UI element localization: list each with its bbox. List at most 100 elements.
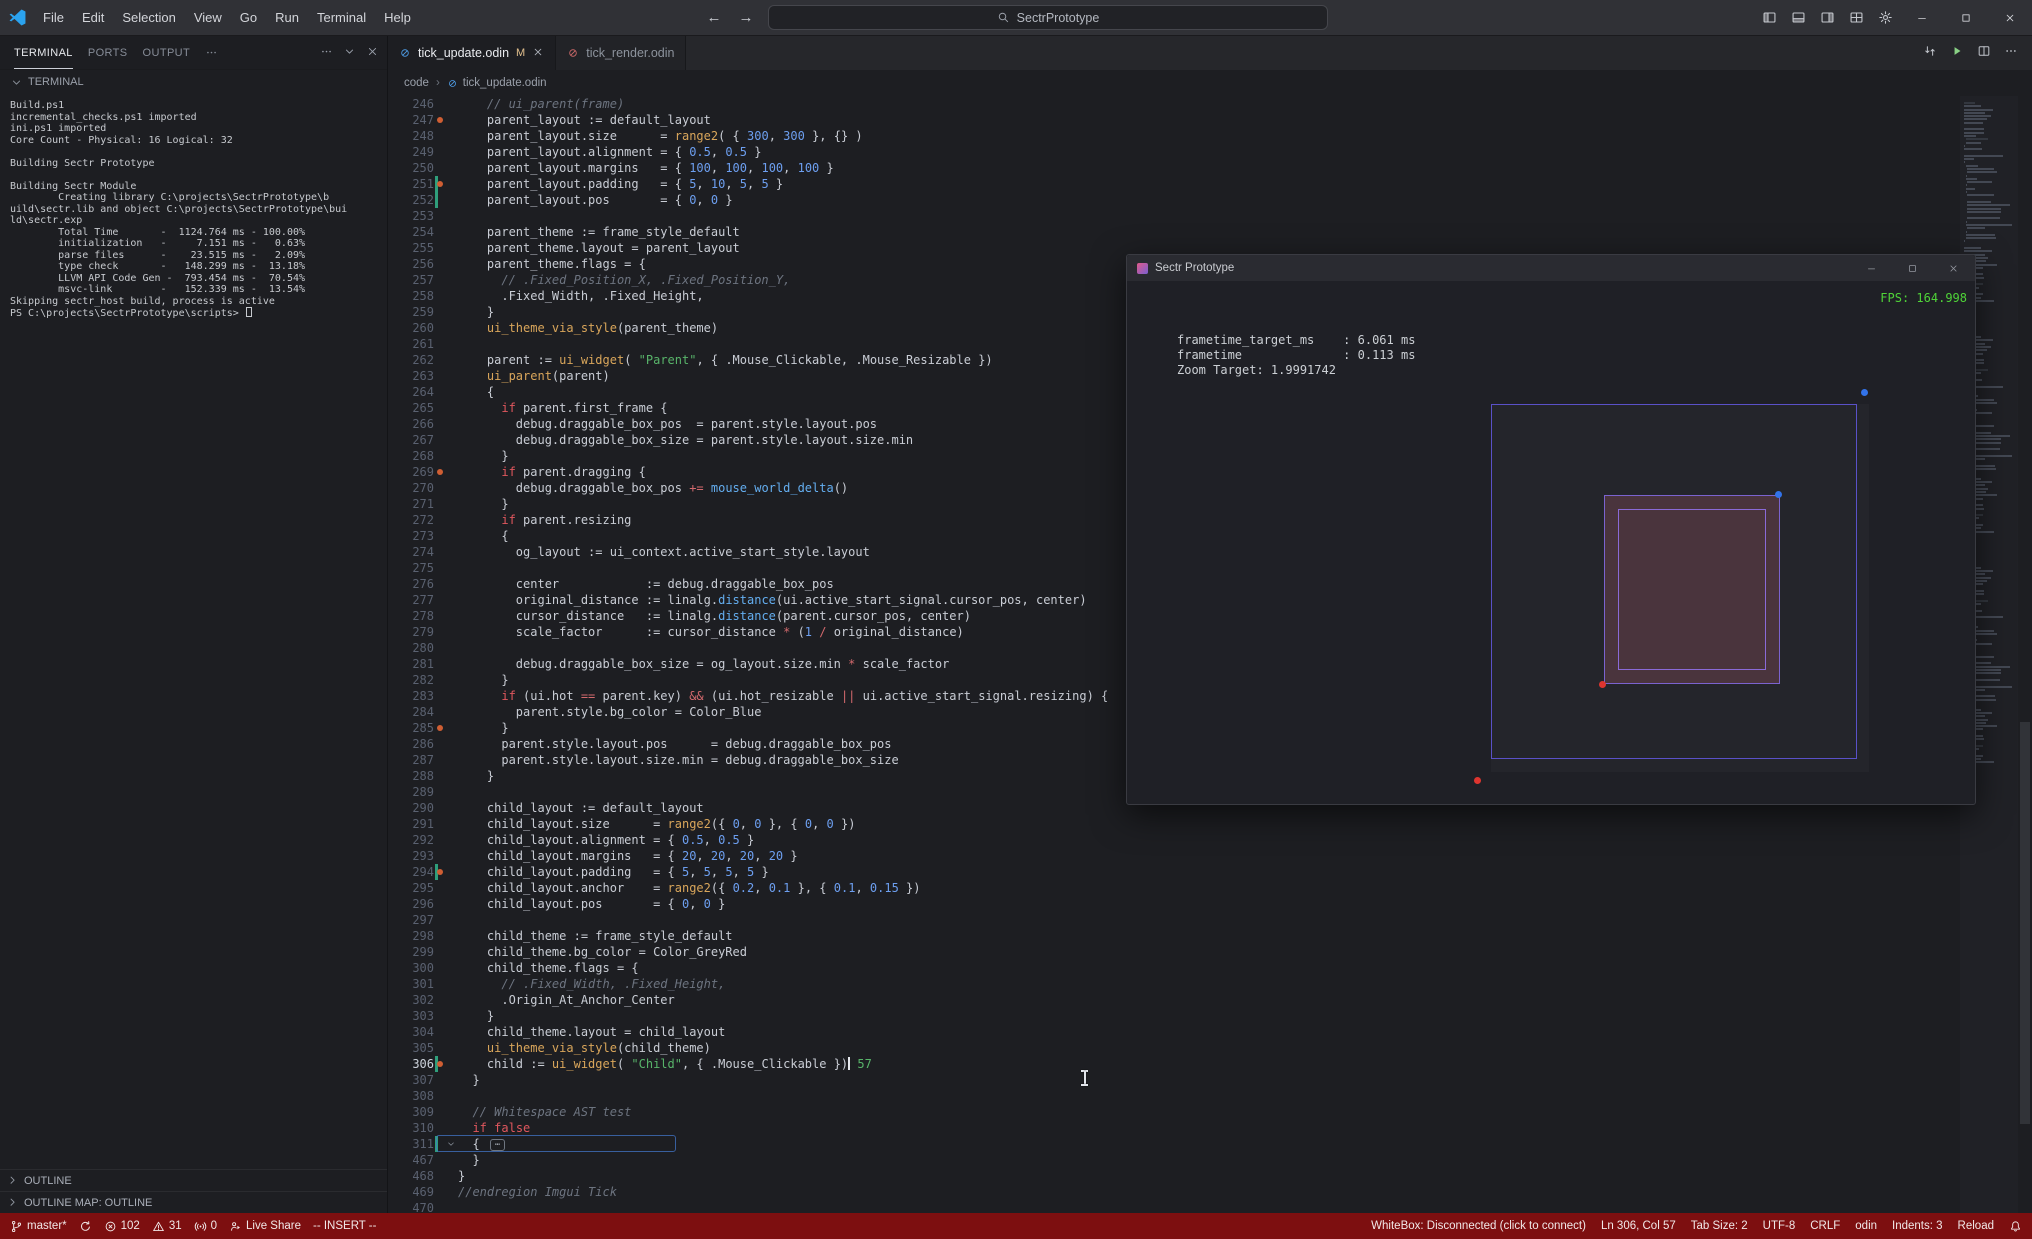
editor-more-button[interactable] (2004, 44, 2018, 63)
sectr-window-title: Sectr Prototype (1155, 262, 1235, 274)
ports-status[interactable]: 0 (194, 1220, 217, 1233)
breadcrumb-item[interactable]: tick_update.odin (447, 77, 547, 89)
menu-terminal[interactable]: Terminal (308, 0, 375, 35)
reload-status[interactable]: Reload (1958, 1220, 1994, 1232)
scrollbar-thumb[interactable] (2020, 721, 2030, 1124)
warning-icon (152, 1220, 165, 1233)
line-number: 470 (412, 1201, 434, 1213)
line-number: 262 (412, 353, 434, 367)
changes-icon (1923, 44, 1937, 58)
line-number: 260 (412, 321, 434, 335)
menu-edit[interactable]: Edit (73, 0, 113, 35)
editor-scrollbar[interactable] (2018, 96, 2032, 1213)
panel-close-button[interactable] (366, 45, 379, 61)
line-number: 247 (412, 113, 434, 127)
code-line: 306 child := ui_widget( "Child", { .Mous… (388, 1056, 2032, 1072)
title-bar: File Edit Selection View Go Run Terminal Help ←… (0, 0, 2032, 36)
chevron-down-icon[interactable] (446, 1139, 456, 1149)
editor-tab-tick_update.odin[interactable]: tick_update.odin M (388, 36, 557, 70)
toggle-secondary-sidebar-button[interactable] (1813, 3, 1842, 33)
code-line: 301 // .Fixed_Width, .Fixed_Height, (388, 976, 2032, 992)
corner-marker-red (1599, 681, 1606, 688)
tab-close-button[interactable] (532, 46, 544, 61)
code-line: 292 child_layout.alignment = { 0.5, 0.5 … (388, 832, 2032, 848)
maximize-icon[interactable] (1907, 263, 1918, 274)
menu-go[interactable]: Go (231, 0, 266, 35)
code-line: 309 // Whitespace AST test (388, 1104, 2032, 1120)
code-line: 302 .Origin_At_Anchor_Center (388, 992, 2032, 1008)
panel-tabs-overflow[interactable] (205, 36, 218, 69)
customize-layout-button[interactable] (1842, 3, 1871, 33)
panel-chevron-down-button[interactable] (343, 45, 356, 61)
sectr-window-titlebar[interactable]: Sectr Prototype (1127, 255, 1975, 281)
eol-status[interactable]: CRLF (1810, 1220, 1840, 1232)
notifications-bell[interactable] (2009, 1220, 2022, 1233)
indents-status[interactable]: Indents: 3 (1892, 1220, 1943, 1232)
folded-code-ellipsis[interactable]: ⋯ (489, 1139, 506, 1151)
modified-marker (437, 1061, 443, 1067)
line-number: 282 (412, 673, 434, 687)
toggle-sidebar-button[interactable] (1755, 3, 1784, 33)
open-changes-button[interactable] (1923, 44, 1937, 63)
search-input[interactable]: SectrPrototype (768, 5, 1328, 30)
line-number: 276 (412, 577, 434, 591)
run-button[interactable] (1950, 44, 1964, 63)
panel-tab-ports[interactable]: PORTS (88, 36, 128, 69)
branch-status-label: master* (27, 1220, 67, 1232)
branch-status[interactable]: master* (10, 1220, 67, 1233)
close-icon[interactable] (1948, 263, 1959, 274)
menu-run[interactable]: Run (266, 0, 308, 35)
terminal-output[interactable]: Build.ps1 incremental_checks.ps1 imported… (0, 94, 387, 1169)
toggle-panel-button[interactable] (1784, 3, 1813, 33)
line-number: 270 (412, 481, 434, 495)
terminal-view-header[interactable]: TERMINAL (0, 70, 387, 94)
terminal-line: Skipping sectr_host build, process is ac… (10, 295, 275, 307)
terminal-line: LLVM API Code Gen - 793.454 ms - 70.54% (10, 272, 306, 284)
child-widget-box[interactable] (1604, 495, 1780, 684)
git-modified-bar (435, 1136, 438, 1152)
settings-button[interactable] (1871, 3, 1900, 33)
menu-help[interactable]: Help (375, 0, 420, 35)
forward-button[interactable]: → (736, 9, 756, 26)
line-number: 299 (412, 945, 434, 959)
line-number: 297 (412, 913, 434, 927)
minimize-button[interactable] (1900, 0, 1944, 35)
minimize-icon[interactable] (1866, 263, 1877, 274)
code-line: 251 parent_layout.padding = { 5, 10, 5, … (388, 176, 2032, 192)
sectr-prototype-window[interactable]: Sectr Prototype FPS: 164.998 frametime_t… (1126, 254, 1976, 805)
warnings-status[interactable]: 31 (152, 1220, 182, 1233)
live-share-status[interactable]: Live Share (229, 1220, 301, 1233)
line-number: 261 (412, 337, 434, 351)
encoding-status[interactable]: UTF-8 (1763, 1220, 1796, 1232)
reload-status-label: Reload (1957, 1220, 1994, 1232)
panel-more-button[interactable] (320, 45, 333, 61)
breadcrumb-item[interactable]: code (404, 77, 429, 89)
section-header-outline[interactable]: OUTLINE (0, 1169, 387, 1191)
section-header-outline-map[interactable]: OUTLINE MAP: OUTLINE (0, 1191, 387, 1213)
menu-view[interactable]: View (185, 0, 231, 35)
panel-tab-terminal[interactable]: TERMINAL (14, 36, 73, 69)
panel-tab-output[interactable]: OUTPUT (143, 36, 191, 69)
whitebox-status[interactable]: WhiteBox: Disconnected (click to connect… (1371, 1220, 1586, 1232)
editor-tab-bar: tick_update.odin Mtick_render.odin (388, 36, 2032, 70)
back-button[interactable]: ← (704, 9, 724, 26)
close-button[interactable] (1988, 0, 2032, 35)
bell-icon (2009, 1220, 2022, 1233)
indents-status-label: Indents: 3 (1892, 1220, 1943, 1232)
line-number: 289 (412, 785, 434, 799)
maximize-button[interactable] (1944, 0, 1988, 35)
more-icon (320, 45, 333, 58)
editor-tab-tick_render.odin[interactable]: tick_render.odin (556, 36, 687, 70)
sectr-canvas[interactable]: FPS: 164.998 frametime_target_ms : 6.061… (1127, 281, 1975, 804)
menu-selection[interactable]: Selection (113, 0, 184, 35)
sync-status[interactable] (79, 1220, 92, 1233)
terminal-cursor (245, 307, 252, 317)
split-editor-button[interactable] (1977, 44, 1991, 63)
menu-file[interactable]: File (34, 0, 73, 35)
odin-icon (399, 47, 411, 59)
insert-mode-status[interactable]: -- INSERT -- (313, 1220, 376, 1232)
cursor-position-status[interactable]: Ln 306, Col 57 (1601, 1220, 1676, 1232)
errors-status[interactable]: 102 (104, 1220, 140, 1233)
language-status[interactable]: odin (1855, 1220, 1877, 1232)
tab-size-status[interactable]: Tab Size: 2 (1691, 1220, 1748, 1232)
